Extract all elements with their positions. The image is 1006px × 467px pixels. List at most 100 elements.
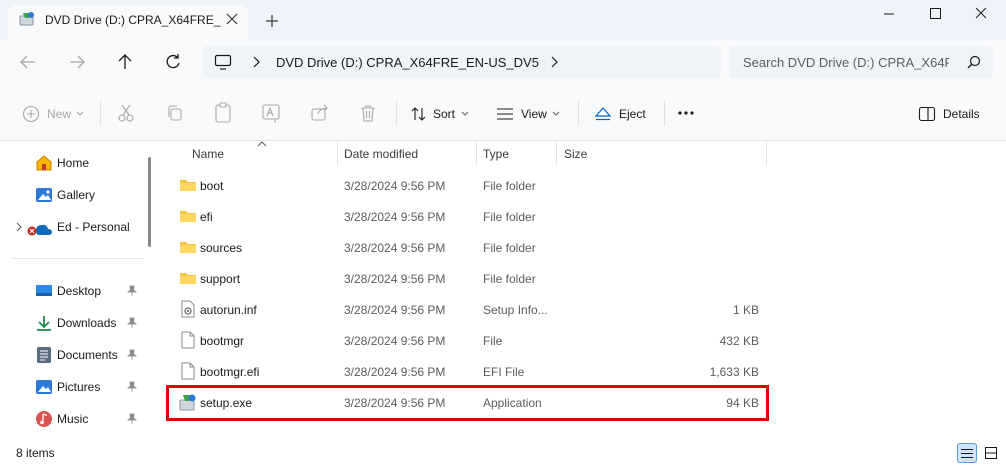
up-button[interactable]	[111, 48, 139, 76]
breadcrumb-chevron-icon[interactable]	[549, 56, 559, 68]
new-tab-button[interactable]	[265, 14, 281, 30]
sidebar-item-onedrive[interactable]: Ed - Personal	[0, 213, 150, 241]
sort-button[interactable]: Sort	[408, 103, 474, 125]
sidebar-divider	[12, 258, 144, 259]
search-icon[interactable]	[967, 55, 981, 69]
column-divider[interactable]	[476, 141, 477, 166]
eject-button[interactable]: Eject	[594, 103, 650, 125]
details-button[interactable]: Details	[916, 103, 984, 125]
file-icon	[180, 362, 196, 380]
sidebar-item-pictures[interactable]: Pictures	[0, 373, 150, 401]
breadcrumb-current[interactable]: DVD Drive (D:) CPRA_X64FRE_EN-US_DV5	[276, 55, 539, 70]
sort-ascending-icon	[257, 141, 267, 147]
pin-icon[interactable]	[127, 317, 137, 329]
file-row[interactable]	[165, 264, 768, 294]
sidebar-item-home[interactable]: Home	[0, 149, 150, 177]
column-header-date-modified[interactable]: Date modified	[344, 147, 418, 161]
tab-title: DVD Drive (D:) CPRA_X64FRE_	[45, 13, 221, 27]
cut-button[interactable]	[116, 103, 136, 123]
sidebar-item-label: Gallery	[57, 188, 96, 202]
file-row[interactable]	[165, 171, 768, 201]
file-name: support	[200, 272, 241, 286]
toolbar-separator	[396, 100, 397, 126]
sidebar-item-label: Home	[57, 156, 90, 170]
sort-label: Sort	[433, 107, 456, 121]
chevron-down-icon	[552, 111, 560, 117]
chevron-down-icon	[461, 111, 469, 117]
more-icon	[676, 106, 696, 120]
column-header-size[interactable]: Size	[564, 147, 587, 161]
downloads-icon	[35, 314, 53, 332]
file-size: 1 KB	[732, 303, 759, 317]
paste-icon	[213, 102, 233, 124]
minimize-button[interactable]	[866, 0, 912, 30]
file-name: boot	[200, 179, 224, 193]
cut-icon	[116, 103, 136, 123]
share-button[interactable]	[310, 103, 330, 123]
details-view-button[interactable]	[957, 443, 977, 463]
copy-icon	[165, 103, 185, 123]
paste-button[interactable]	[213, 102, 233, 124]
setup-info-icon	[180, 300, 196, 318]
tiles-view-button[interactable]	[981, 443, 1001, 463]
file-name: sources	[200, 241, 243, 255]
file-size: 1,633 KB	[709, 365, 759, 379]
column-divider[interactable]	[337, 141, 338, 166]
sidebar-item-desktop[interactable]: Desktop	[0, 277, 150, 305]
toolbar-separator	[100, 100, 101, 126]
gallery-icon	[35, 186, 53, 204]
sidebar-item-music[interactable]: Music	[0, 405, 150, 433]
folder-icon	[179, 208, 197, 224]
pin-icon[interactable]	[127, 349, 137, 361]
search-input[interactable]: Search DVD Drive (D:) CPRA_X64FRE_EN-US_…	[743, 55, 949, 70]
pin-icon[interactable]	[127, 413, 137, 425]
column-header-row	[165, 141, 768, 167]
file-name: bootmgr.efi	[200, 365, 260, 379]
pin-icon[interactable]	[127, 381, 137, 393]
highlight-box	[166, 385, 769, 421]
sidebar-item-gallery[interactable]: Gallery	[0, 181, 150, 209]
back-button[interactable]	[14, 48, 42, 76]
dvd-drive-icon	[19, 11, 35, 27]
details-label: Details	[943, 107, 980, 121]
view-lines-icon	[496, 106, 514, 122]
chevron-down-icon	[76, 111, 84, 117]
delete-button[interactable]	[358, 103, 378, 123]
sidebar-item-documents[interactable]: Documents	[0, 341, 150, 369]
onedrive-icon	[27, 219, 53, 237]
file-date: 3/28/2024 9:56 PM	[344, 179, 446, 193]
details-pane-icon	[918, 106, 936, 122]
new-button[interactable]: New	[20, 103, 88, 125]
forward-button[interactable]	[63, 48, 91, 76]
close-window-button[interactable]	[958, 0, 1004, 30]
share-icon	[310, 103, 330, 123]
pin-icon[interactable]	[127, 285, 137, 297]
new-label: New	[47, 107, 72, 121]
file-date: 3/28/2024 9:56 PM	[344, 241, 446, 255]
view-button[interactable]: View	[494, 103, 562, 125]
folder-icon	[179, 177, 197, 193]
column-header-type[interactable]: Type	[483, 147, 509, 161]
home-icon	[35, 154, 53, 172]
sidebar-item-label: Music	[57, 412, 89, 426]
sidebar-item-label: Desktop	[57, 284, 102, 298]
file-icon	[180, 331, 196, 349]
more-options-button[interactable]	[676, 106, 696, 120]
copy-button[interactable]	[165, 103, 185, 123]
status-bar	[0, 442, 1006, 467]
chevron-right-icon[interactable]	[15, 222, 23, 232]
refresh-button[interactable]	[159, 48, 187, 76]
maximize-button[interactable]	[912, 0, 958, 30]
column-divider[interactable]	[766, 141, 767, 166]
file-row[interactable]	[165, 326, 768, 356]
breadcrumb-chevron-icon[interactable]	[251, 56, 261, 68]
file-row[interactable]	[165, 233, 768, 263]
rename-button[interactable]	[261, 102, 281, 124]
file-row[interactable]	[165, 202, 768, 232]
column-divider[interactable]	[556, 141, 557, 166]
sidebar-scrollbar[interactable]	[148, 157, 151, 247]
close-tab-icon[interactable]	[226, 13, 240, 27]
details-view-icon	[961, 448, 973, 459]
column-header-name[interactable]: Name	[192, 147, 224, 161]
sidebar-item-downloads[interactable]: Downloads	[0, 309, 150, 337]
